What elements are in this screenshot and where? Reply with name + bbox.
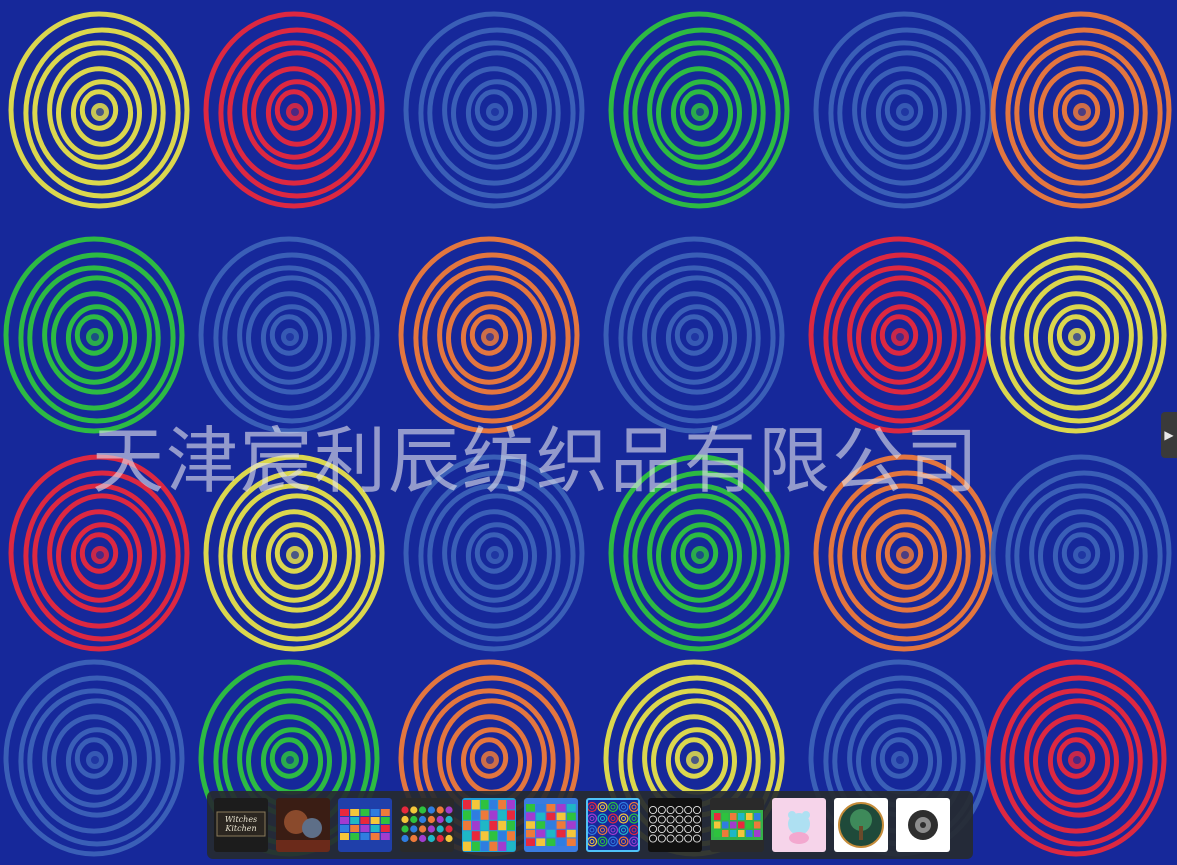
thumbnail-spiral-rug[interactable] — [586, 798, 640, 852]
thumbnail-strip: Witches Kitchen — [207, 791, 973, 859]
thumbnail-alphabet-grid[interactable] — [462, 798, 516, 852]
thumbnail-tire-icon[interactable] — [896, 798, 950, 852]
thumbnail-color-squares[interactable] — [338, 798, 392, 852]
chevron-right-icon: ▶ — [1164, 428, 1174, 442]
thumbnail-tree-of-life[interactable] — [834, 798, 888, 852]
next-image-button[interactable]: ▶ — [1161, 412, 1177, 458]
thumbnail-color-blocks[interactable] — [524, 798, 578, 852]
thumbnail-black-circles[interactable] — [648, 798, 702, 852]
product-image — [0, 0, 1177, 865]
thumbnail-caption: Witches Kitchen — [224, 815, 258, 833]
thumbnail-fantasy-art[interactable] — [276, 798, 330, 852]
thumbnail-dot-grid[interactable] — [400, 798, 454, 852]
thumbnail-green-border-rug[interactable] — [710, 798, 764, 852]
thumbnail-witches-kitchen[interactable]: Witches Kitchen — [214, 798, 268, 852]
image-viewer: 天津宸利辰纺织品有限公司 ▶ Witches Kitchen — [0, 0, 1177, 865]
thumbnail-pink-bear[interactable] — [772, 798, 826, 852]
